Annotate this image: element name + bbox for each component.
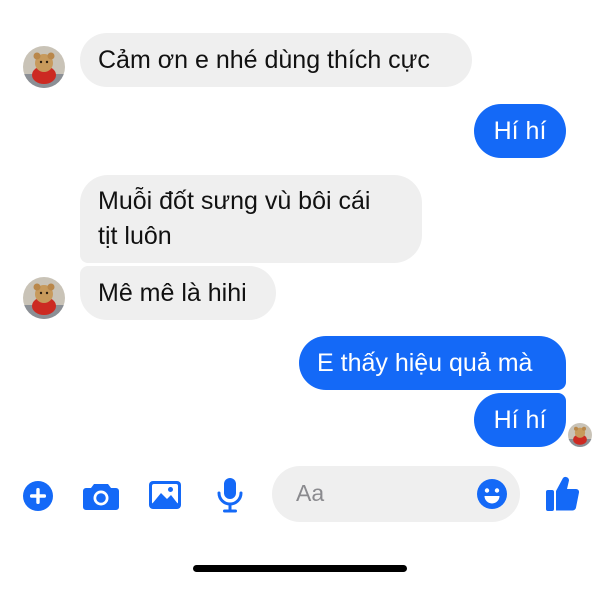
- message-input[interactable]: Aa: [272, 466, 520, 522]
- message-text: Hí hí: [493, 117, 547, 145]
- message-bubble-outgoing[interactable]: E thấy hiệu quả mà: [299, 336, 566, 390]
- message-bubble-outgoing[interactable]: Hí hí: [474, 393, 566, 447]
- contact-avatar[interactable]: [23, 46, 65, 88]
- message-input-placeholder: Aa: [296, 480, 325, 506]
- seen-avatar: [568, 423, 592, 447]
- contact-avatar[interactable]: [23, 277, 65, 319]
- home-indicator[interactable]: [193, 565, 407, 572]
- emoji-icon[interactable]: [476, 478, 508, 515]
- message-text: Hí hí: [493, 406, 547, 434]
- message-text: Mê mê là hihi: [98, 279, 247, 307]
- message-text-line: Muỗi đốt sưng vù bôi cái: [98, 187, 371, 215]
- message-bubble-incoming[interactable]: Muỗi đốt sưng vù bôi cái tịt luôn: [80, 175, 422, 263]
- message-bubble-incoming[interactable]: Mê mê là hihi: [80, 266, 276, 320]
- message-text: E thấy hiệu quả mà: [317, 349, 533, 377]
- microphone-icon[interactable]: [216, 477, 244, 518]
- message-bubble-outgoing[interactable]: Hí hí: [474, 104, 566, 158]
- thumbs-up-icon[interactable]: [544, 475, 580, 518]
- message-text-line: tịt luôn: [98, 222, 172, 250]
- add-icon[interactable]: [22, 480, 54, 517]
- message-text: Cảm ơn e nhé dùng thích cực: [98, 46, 430, 74]
- camera-icon[interactable]: [82, 481, 120, 516]
- composer-bar: Aa: [0, 463, 600, 525]
- message-bubble-incoming[interactable]: Cảm ơn e nhé dùng thích cực: [80, 33, 472, 87]
- gallery-icon[interactable]: [148, 480, 182, 515]
